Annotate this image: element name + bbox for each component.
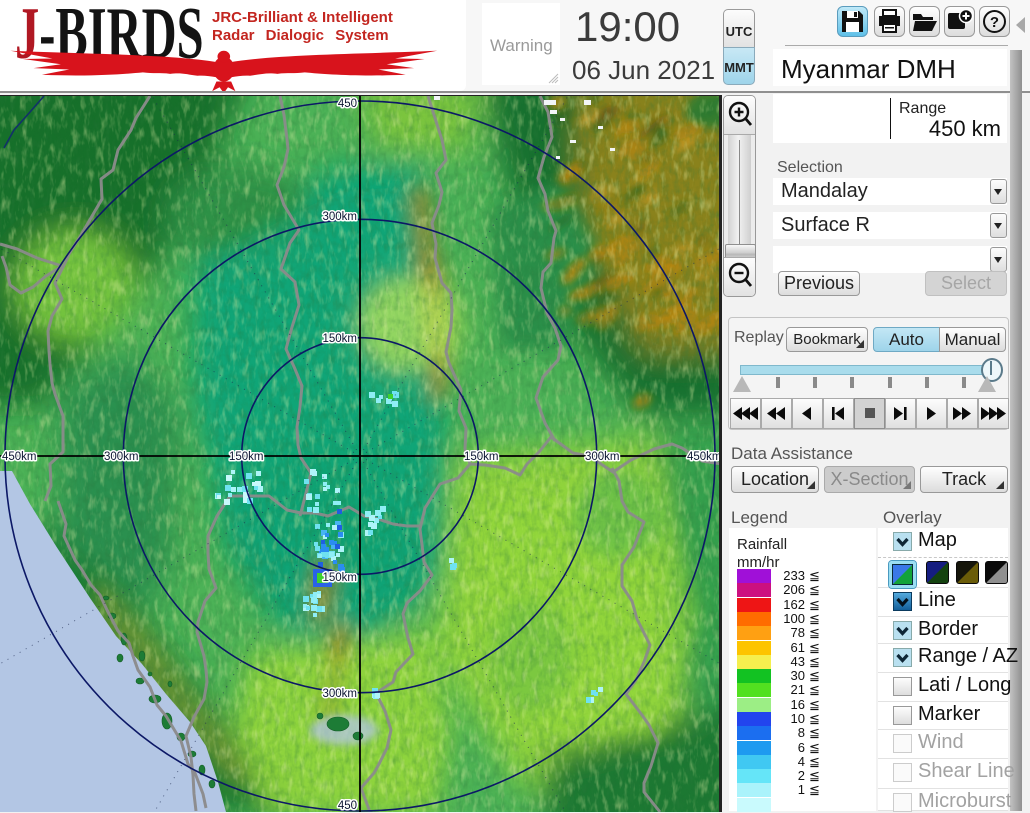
svg-text:300km: 300km xyxy=(322,688,357,700)
svg-text:450: 450 xyxy=(338,800,357,812)
svg-text:300km: 300km xyxy=(322,211,357,223)
svg-text:?: ? xyxy=(990,14,999,31)
svg-text:450km: 450km xyxy=(687,451,722,463)
svg-text:300km: 300km xyxy=(104,451,139,463)
svg-text:450km: 450km xyxy=(2,451,37,463)
svg-text:150km: 150km xyxy=(464,451,499,463)
svg-text:450: 450 xyxy=(338,98,357,110)
svg-text:150km: 150km xyxy=(229,451,264,463)
svg-text:150km: 150km xyxy=(322,572,357,584)
svg-text:150km: 150km xyxy=(322,333,357,345)
svg-text:300km: 300km xyxy=(585,451,620,463)
